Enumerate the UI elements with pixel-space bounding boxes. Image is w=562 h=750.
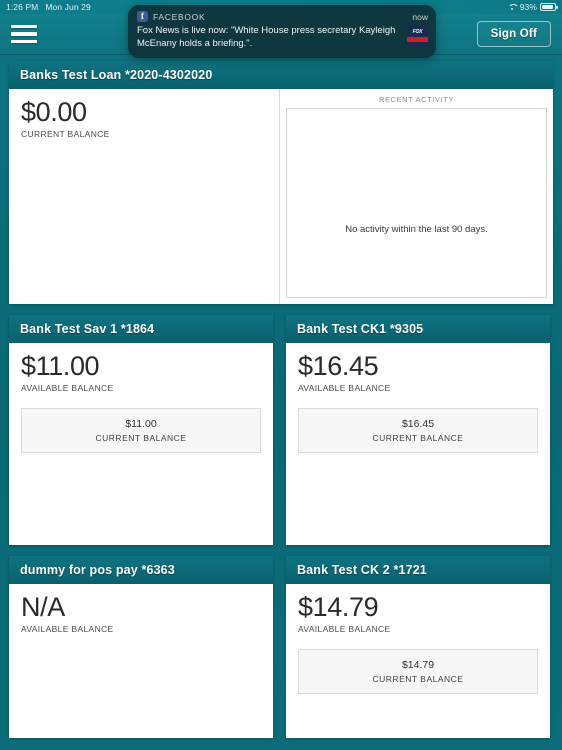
- notification-time: now: [412, 11, 428, 22]
- account-card-title: dummy for pos pay *6363: [9, 556, 273, 584]
- status-time: 1:26 PM: [6, 2, 39, 12]
- account-card-title: Banks Test Loan *2020-4302020: [9, 61, 553, 89]
- sign-off-button[interactable]: Sign Off: [476, 21, 551, 47]
- status-bar-left: 1:26 PM Mon Jun 29: [6, 2, 91, 12]
- balance-amount: N/A: [21, 592, 65, 622]
- battery-icon: [540, 3, 558, 11]
- balance-pane: N/A AVAILABLE BALANCE: [9, 584, 273, 738]
- account-card-body: $16.45 AVAILABLE BALANCE $16.45 CURRENT …: [286, 343, 550, 545]
- current-balance-amount: $14.79: [401, 659, 435, 672]
- balance-amount: $16.45: [298, 351, 379, 381]
- current-balance-box: $11.00 CURRENT BALANCE: [21, 408, 261, 454]
- notification-message: Fox News is live now: "White House press…: [137, 25, 396, 49]
- wifi-icon: [508, 3, 517, 11]
- recent-activity-pane: RECENT ACTIVITY No activity within the l…: [279, 89, 553, 304]
- fox-news-logo-icon: FOX: [407, 25, 428, 46]
- balance-label: AVAILABLE BALANCE: [21, 624, 114, 635]
- notification-banner[interactable]: f FACEBOOK now Fox News is live now: "Wh…: [128, 5, 436, 59]
- current-balance-amount: $11.00: [125, 418, 157, 431]
- accounts-row-3: dummy for pos pay *6363 N/A AVAILABLE BA…: [9, 556, 553, 738]
- balance-label: AVAILABLE BALANCE: [298, 624, 391, 635]
- account-card-body: $14.79 AVAILABLE BALANCE $14.79 CURRENT …: [286, 584, 550, 738]
- balance-pane: $11.00 AVAILABLE BALANCE $11.00 CURRENT …: [9, 343, 273, 545]
- account-card-body: $11.00 AVAILABLE BALANCE $11.00 CURRENT …: [9, 343, 273, 545]
- account-card-title: Bank Test CK1 *9305: [286, 315, 550, 343]
- status-bar-right: 93%: [508, 2, 558, 12]
- notification-app-name: FACEBOOK: [153, 11, 206, 22]
- notification-body: Fox News is live now: "White House press…: [137, 25, 428, 50]
- hamburger-menu-icon[interactable]: [11, 24, 37, 44]
- balance-amount: $11.00: [21, 351, 100, 381]
- recent-activity-title: RECENT ACTIVITY: [378, 95, 455, 104]
- current-balance-label: CURRENT BALANCE: [95, 433, 187, 444]
- accounts-row-1: Banks Test Loan *2020-4302020 $0.00 CURR…: [9, 61, 553, 304]
- notification-header: f FACEBOOK now: [137, 11, 428, 22]
- current-balance-label: CURRENT BALANCE: [372, 433, 464, 444]
- current-balance-box: $14.79 CURRENT BALANCE: [298, 649, 538, 695]
- account-card-body: N/A AVAILABLE BALANCE: [9, 584, 273, 738]
- balance-amount: $0.00: [21, 97, 87, 127]
- fox-logo-bar: [407, 36, 428, 42]
- balance-label: AVAILABLE BALANCE: [298, 383, 391, 394]
- status-date: Mon Jun 29: [45, 2, 91, 12]
- balance-amount: $14.79: [298, 592, 379, 622]
- recent-activity-box[interactable]: No activity within the last 90 days.: [286, 108, 547, 298]
- account-card-body: $0.00 CURRENT BALANCE RECENT ACTIVITY No…: [9, 89, 553, 304]
- account-card-ck2[interactable]: Bank Test CK 2 *1721 $14.79 AVAILABLE BA…: [286, 556, 550, 738]
- account-card-title: Bank Test Sav 1 *1864: [9, 315, 273, 343]
- account-card-sav1[interactable]: Bank Test Sav 1 *1864 $11.00 AVAILABLE B…: [9, 315, 273, 545]
- recent-activity-empty-message: No activity within the last 90 days.: [345, 223, 488, 235]
- balance-pane: $14.79 AVAILABLE BALANCE $14.79 CURRENT …: [286, 584, 550, 738]
- facebook-icon: f: [137, 11, 148, 22]
- account-card-loan[interactable]: Banks Test Loan *2020-4302020 $0.00 CURR…: [9, 61, 553, 304]
- current-balance-amount: $16.45: [401, 418, 435, 431]
- balance-pane: $0.00 CURRENT BALANCE: [9, 89, 279, 304]
- account-card-pospay[interactable]: dummy for pos pay *6363 N/A AVAILABLE BA…: [9, 556, 273, 738]
- accounts-dashboard: Banks Test Loan *2020-4302020 $0.00 CURR…: [0, 55, 562, 750]
- current-balance-box: $16.45 CURRENT BALANCE: [298, 408, 538, 454]
- account-card-title: Bank Test CK 2 *1721: [286, 556, 550, 584]
- fox-logo-top-text: FOX: [412, 28, 423, 35]
- accounts-row-2: Bank Test Sav 1 *1864 $11.00 AVAILABLE B…: [9, 315, 553, 545]
- account-card-ck1[interactable]: Bank Test CK1 *9305 $16.45 AVAILABLE BAL…: [286, 315, 550, 545]
- battery-percent: 93%: [519, 2, 537, 12]
- current-balance-label: CURRENT BALANCE: [372, 674, 464, 685]
- balance-label: CURRENT BALANCE: [21, 129, 110, 140]
- balance-pane: $16.45 AVAILABLE BALANCE $16.45 CURRENT …: [286, 343, 550, 545]
- balance-label: AVAILABLE BALANCE: [21, 383, 114, 394]
